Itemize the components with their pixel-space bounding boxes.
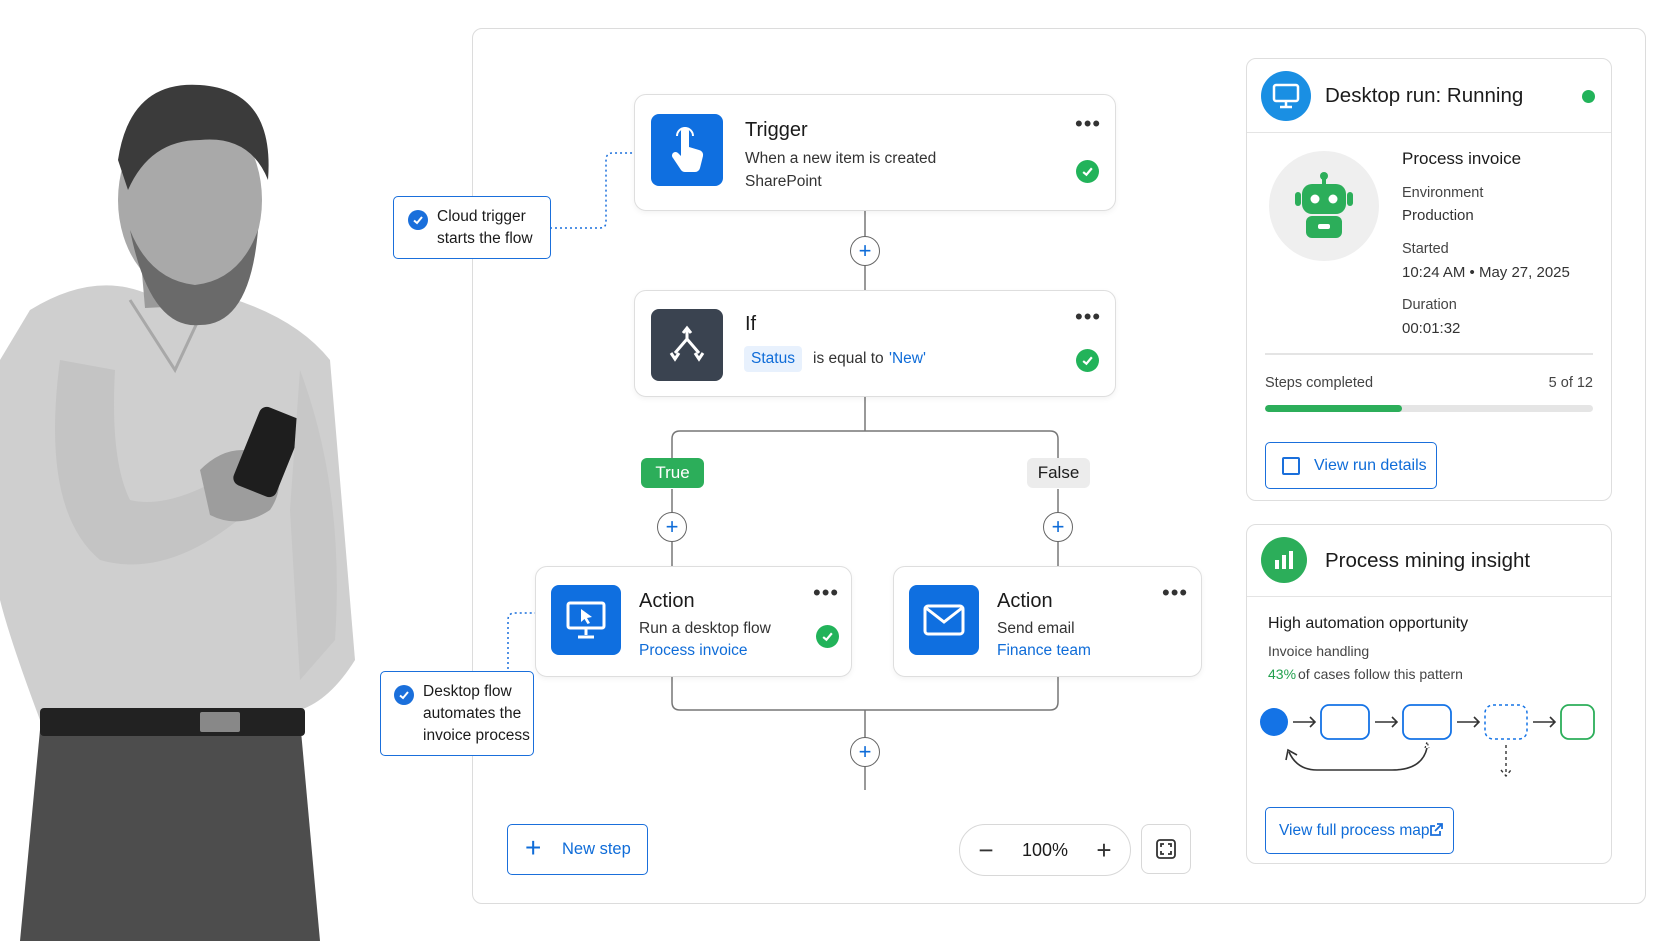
desktop-cursor-icon — [551, 585, 621, 655]
mining-title: Process mining insight — [1325, 549, 1531, 572]
more-options-icon[interactable]: ••• — [1075, 113, 1101, 135]
more-options-icon[interactable]: ••• — [1075, 306, 1101, 328]
add-step-false-button[interactable]: + — [1043, 512, 1073, 542]
hand-pointer-icon — [651, 114, 723, 186]
action-desktop-description: Run a desktop flow — [639, 620, 771, 637]
desktop-run-title: Desktop run: Running — [1325, 84, 1524, 107]
steps-progress-bar — [1265, 405, 1593, 412]
zoom-controls: − 100% + — [959, 824, 1131, 876]
success-check-icon — [816, 625, 839, 648]
plus-icon: + — [525, 832, 542, 863]
duration-value: 00:01:32 — [1402, 320, 1461, 337]
view-full-process-map-button[interactable]: View full process map — [1265, 807, 1454, 854]
view-run-details-label: View run details — [1314, 457, 1427, 474]
check-icon — [408, 210, 428, 230]
started-label: Started — [1402, 241, 1449, 257]
trigger-card[interactable]: Trigger When a new item is created Share… — [634, 94, 1116, 211]
robot-avatar — [1269, 151, 1379, 261]
trigger-title: Trigger — [745, 119, 808, 141]
condition-card[interactable]: If Status is equal to 'New' ••• — [634, 290, 1116, 397]
condition-field-chip[interactable]: Status — [744, 346, 802, 372]
duration-label: Duration — [1402, 297, 1457, 313]
robot-icon — [1295, 172, 1353, 238]
more-options-icon[interactable]: ••• — [813, 582, 839, 604]
mining-percent: 43% — [1268, 666, 1297, 682]
mining-percent-text: of cases follow this pattern — [1298, 666, 1463, 682]
bar-chart-icon — [1261, 537, 1307, 583]
steps-completed-label: Steps completed — [1265, 375, 1374, 391]
check-icon — [394, 685, 414, 705]
mail-icon — [909, 585, 979, 655]
desktop-run-panel: Desktop run: Running Process invoice Env… — [1246, 58, 1612, 501]
fit-to-screen-button[interactable] — [1141, 824, 1191, 874]
environment-value[interactable]: Production — [1402, 207, 1474, 224]
trigger-description: When a new item is created — [745, 150, 937, 167]
process-name: Process invoice — [1402, 149, 1522, 168]
view-run-details-button[interactable]: View run details — [1265, 442, 1437, 489]
success-check-icon — [1076, 349, 1099, 372]
callout-line: Desktop flow — [423, 683, 512, 700]
condition-value: 'New' — [889, 350, 926, 367]
branch-true-label: True — [641, 458, 704, 488]
started-value: 10:24 AM • May 27, 2025 — [1402, 264, 1570, 281]
branch-icon — [651, 309, 723, 381]
callout-cloud-trigger: Cloud trigger starts the flow — [393, 196, 551, 259]
callout-line: automates the — [423, 705, 522, 722]
view-process-map-label: View full process map — [1279, 822, 1430, 839]
more-options-icon[interactable]: ••• — [1162, 582, 1188, 604]
action-email-title: Action — [997, 590, 1053, 612]
new-step-button[interactable]: + New step — [507, 824, 648, 875]
zoom-out-button[interactable]: − — [966, 830, 1006, 870]
new-step-label: New step — [562, 840, 631, 858]
condition-title: If — [745, 313, 757, 335]
action-desktop-flow-card[interactable]: Action Run a desktop flow Process invoic… — [535, 566, 852, 677]
zoom-level: 100% — [1021, 839, 1069, 860]
action-desktop-title: Action — [639, 590, 695, 612]
steps-progress-fill — [1265, 405, 1402, 412]
mining-subtitle: Invoice handling — [1268, 643, 1370, 659]
branch-false-label: False — [1027, 458, 1090, 488]
square-icon — [1282, 457, 1300, 475]
action-email-card[interactable]: Action Send email Finance team ••• — [893, 566, 1202, 677]
action-email-description: Send email — [997, 620, 1075, 637]
zoom-in-button[interactable]: + — [1084, 830, 1124, 870]
callout-line: Cloud trigger — [437, 208, 526, 225]
mining-headline: High automation opportunity — [1268, 615, 1469, 632]
divider — [1265, 353, 1593, 355]
fit-screen-icon — [1156, 839, 1176, 859]
condition-operator: is equal to — [813, 350, 884, 367]
callout-line: invoice process — [423, 727, 530, 744]
process-mining-panel: Process mining insight High automation o… — [1246, 524, 1612, 864]
monitor-icon — [1261, 71, 1311, 121]
action-email-link[interactable]: Finance team — [997, 642, 1091, 660]
steps-completed-value: 5 of 12 — [1548, 375, 1593, 391]
add-step-true-button[interactable]: + — [657, 512, 687, 542]
process-map-preview — [1260, 704, 1595, 778]
add-step-button[interactable]: + — [850, 236, 880, 266]
action-desktop-link[interactable]: Process invoice — [639, 642, 748, 660]
running-status-dot — [1582, 90, 1595, 103]
callout-line: starts the flow — [437, 230, 533, 247]
success-check-icon — [1076, 160, 1099, 183]
external-link-icon — [1430, 823, 1443, 836]
person-illustration — [0, 84, 355, 941]
add-step-bottom-button[interactable]: + — [850, 737, 880, 767]
callout-desktop-flow: Desktop flow automates the invoice proce… — [380, 671, 534, 756]
environment-label: Environment — [1402, 185, 1484, 201]
trigger-source: SharePoint — [745, 173, 822, 190]
